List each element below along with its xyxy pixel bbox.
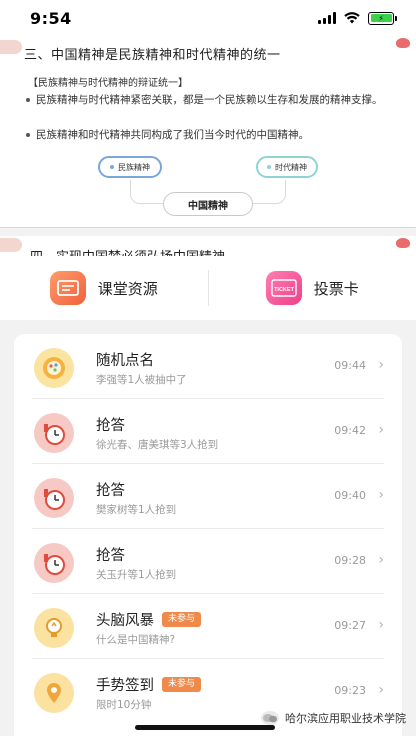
- not-participated-badge: 未参与: [162, 677, 202, 692]
- slide-bullet: 民族精神和时代精神共同构成了我们当今时代的中国精神。: [26, 128, 386, 143]
- activity-item-quick-answer[interactable]: 抢答 徐光春、唐美琪等3人抢到 09:42 ›: [14, 399, 402, 464]
- watermark-text: 哈尔滨应用职业技术学院: [285, 712, 406, 725]
- activity-name: 随机点名: [96, 353, 154, 369]
- random-call-icon: [34, 348, 74, 388]
- wechat-icon: [261, 711, 279, 725]
- slide-title: 四、实现中国梦必须弘扬中国精神: [30, 246, 225, 256]
- status-icons: ⚡: [318, 11, 397, 25]
- slide-decoration-icon: [0, 238, 22, 252]
- status-time: 9:54: [30, 8, 72, 28]
- gesture-signin-icon: [34, 673, 74, 713]
- activity-desc: 限时10分钟: [96, 699, 152, 711]
- quick-answer-icon: [34, 543, 74, 583]
- chevron-right-icon: ›: [378, 487, 384, 503]
- slide-preview-1[interactable]: 三、中国精神是民族精神和时代精神的统一 【民族精神与时代精神的辩证统一】 民族精…: [0, 36, 416, 228]
- school-logo-icon: [390, 236, 416, 256]
- activity-item-brainstorm[interactable]: 头脑风暴 未参与 什么是中国精神? 09:27 ›: [14, 594, 402, 659]
- chevron-right-icon: ›: [378, 552, 384, 568]
- activity-time: 09:42: [334, 424, 366, 437]
- slide-decoration-icon: [0, 40, 22, 54]
- activity-time: 09:44: [334, 359, 366, 372]
- watermark: 哈尔滨应用职业技术学院: [261, 710, 406, 726]
- vote-card-label: 投票卡: [313, 279, 359, 298]
- diagram-connector: [130, 180, 166, 204]
- activity-desc: 关玉升等1人抢到: [96, 569, 177, 581]
- activity-desc: 徐光春、唐美琪等3人抢到: [96, 439, 219, 451]
- brainstorm-icon: [34, 608, 74, 648]
- diagram-node-era-spirit: 时代精神: [256, 156, 318, 178]
- resource-bar: 课堂资源 TICKET 投票卡: [0, 256, 416, 320]
- activity-name: 抢答: [96, 418, 125, 434]
- slide-subhead: 【民族精神与时代精神的辩证统一】: [28, 78, 188, 89]
- chevron-right-icon: ›: [378, 422, 384, 438]
- home-indicator: [135, 725, 275, 730]
- classroom-resources-button[interactable]: 课堂资源: [0, 271, 208, 305]
- chevron-right-icon: ›: [378, 617, 384, 633]
- diagram-connector: [250, 180, 286, 204]
- activity-time: 09:28: [334, 554, 366, 567]
- activity-name: 头脑风暴: [96, 613, 154, 629]
- activity-time: 09:27: [334, 619, 366, 632]
- activity-list: 随机点名 李强等1人被抽中了 09:44 › 抢答 徐光春、唐美琪等3人抢到 0…: [14, 334, 402, 736]
- slide-preview-2[interactable]: 四、实现中国梦必须弘扬中国精神: [0, 236, 416, 256]
- activity-item-quick-answer[interactable]: 抢答 樊家树等1人抢到 09:40 ›: [14, 464, 402, 529]
- chevron-right-icon: ›: [378, 682, 384, 698]
- activity-name: 抢答: [96, 483, 125, 499]
- activity-item-random-call[interactable]: 随机点名 李强等1人被抽中了 09:44 ›: [14, 334, 402, 399]
- diagram-node-national-spirit: 民族精神: [98, 156, 162, 178]
- activity-desc: 樊家树等1人抢到: [96, 504, 177, 516]
- quick-answer-icon: [34, 478, 74, 518]
- battery-icon: ⚡: [368, 11, 397, 25]
- classroom-resources-label: 课堂资源: [97, 279, 158, 298]
- status-bar: 9:54 ⚡: [0, 0, 416, 36]
- chevron-right-icon: ›: [378, 357, 384, 373]
- diagram-node-chinese-spirit: 中国精神: [163, 192, 253, 216]
- activity-item-quick-answer[interactable]: 抢答 关玉升等1人抢到 09:28 ›: [14, 529, 402, 594]
- school-logo-icon: [390, 36, 416, 58]
- activity-name: 手势签到: [96, 678, 154, 694]
- activity-desc: 李强等1人被抽中了: [96, 374, 187, 386]
- activity-time: 09:23: [334, 684, 366, 697]
- activity-name: 抢答: [96, 548, 125, 564]
- activity-time: 09:40: [334, 489, 366, 502]
- not-participated-badge: 未参与: [162, 612, 202, 627]
- resource-icon: [49, 271, 86, 305]
- wifi-icon: [344, 12, 360, 24]
- ticket-icon: TICKET: [265, 271, 302, 305]
- signal-icon: [318, 12, 336, 24]
- vote-card-button[interactable]: TICKET 投票卡: [209, 271, 416, 305]
- activity-desc: 什么是中国精神?: [96, 634, 176, 646]
- quick-answer-icon: [34, 413, 74, 453]
- slide-title: 三、中国精神是民族精神和时代精神的统一: [24, 48, 281, 63]
- svg-text:TICKET: TICKET: [274, 287, 295, 293]
- slide-bullet: 民族精神与时代精神紧密关联，都是一个民族赖以生存和发展的精神支撑。: [26, 93, 386, 108]
